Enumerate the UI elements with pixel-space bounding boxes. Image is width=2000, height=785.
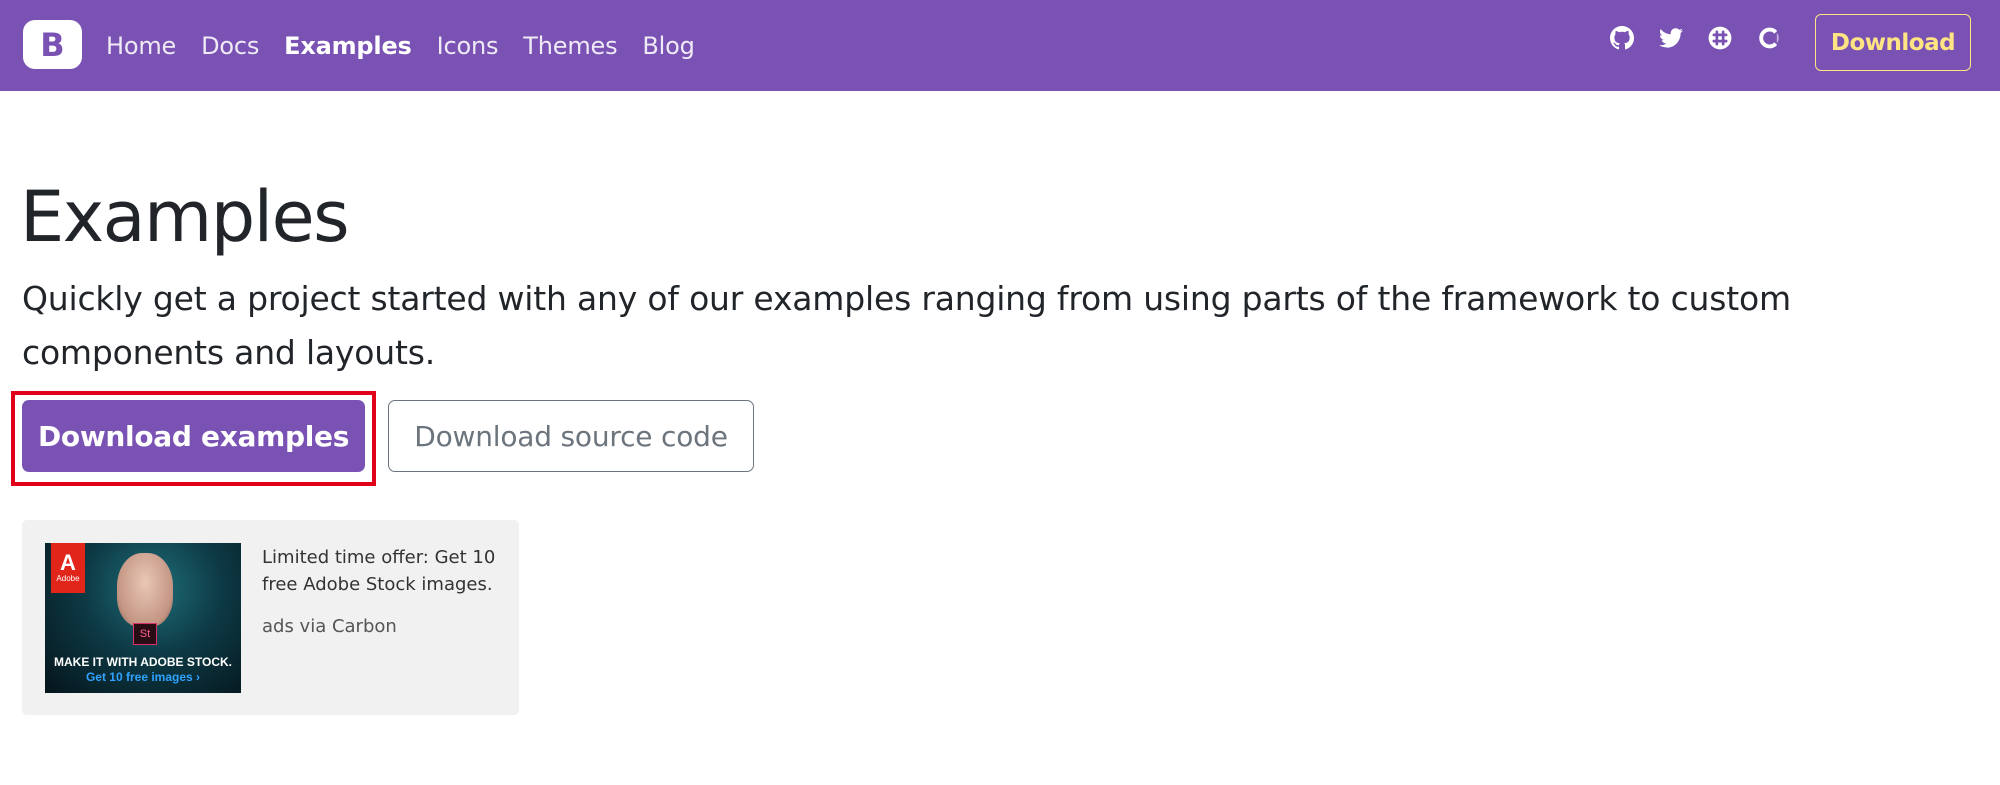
adobe-logo-letter: A xyxy=(60,550,76,575)
nav-link-home[interactable]: Home xyxy=(106,32,176,60)
opencollective-icon[interactable] xyxy=(1755,24,1783,52)
slack-icon[interactable] xyxy=(1706,24,1734,52)
ad-portrait xyxy=(117,553,173,627)
download-source-code-button[interactable]: Download source code xyxy=(388,400,754,472)
github-icon[interactable] xyxy=(1608,24,1636,52)
adobe-logo-icon: A Adobe xyxy=(51,543,85,593)
nav-link-examples[interactable]: Examples xyxy=(284,32,412,60)
nav-link-blog[interactable]: Blog xyxy=(642,32,694,60)
ad-image-caption-line2: Get 10 free images › xyxy=(85,670,201,684)
nav-links: Home Docs Examples Icons Themes Blog xyxy=(106,0,720,91)
adobe-stock-icon: St xyxy=(133,623,157,645)
social-icons xyxy=(1608,24,1804,52)
top-navbar: B Home Docs Examples Icons Themes Blog D… xyxy=(0,0,2000,91)
carbon-ad: A Adobe St MAKE IT WITH ADOBE STOCK. Get… xyxy=(22,520,519,715)
nav-link-themes[interactable]: Themes xyxy=(523,32,617,60)
ad-text-link[interactable]: Limited time offer: Get 10 free Adobe St… xyxy=(262,544,502,598)
ad-image-caption: MAKE IT WITH ADOBE STOCK. Get 10 free im… xyxy=(45,655,241,685)
ad-image-caption-line1: MAKE IT WITH ADOBE STOCK. xyxy=(54,655,232,669)
adobe-logo-text: Adobe xyxy=(56,574,80,583)
page-title: Examples xyxy=(20,176,350,258)
bootstrap-logo[interactable]: B xyxy=(23,20,82,69)
twitter-icon[interactable] xyxy=(1657,24,1685,52)
nav-link-icons[interactable]: Icons xyxy=(437,32,499,60)
download-examples-button[interactable]: Download examples xyxy=(22,400,365,472)
brand-letter: B xyxy=(40,25,65,64)
nav-download-button[interactable]: Download xyxy=(1815,14,1971,71)
ad-via-carbon-link[interactable]: ads via Carbon xyxy=(262,616,397,637)
nav-link-docs[interactable]: Docs xyxy=(201,32,259,60)
lead-paragraph: Quickly get a project started with any o… xyxy=(22,279,1791,372)
ad-image[interactable]: A Adobe St MAKE IT WITH ADOBE STOCK. Get… xyxy=(45,543,241,693)
